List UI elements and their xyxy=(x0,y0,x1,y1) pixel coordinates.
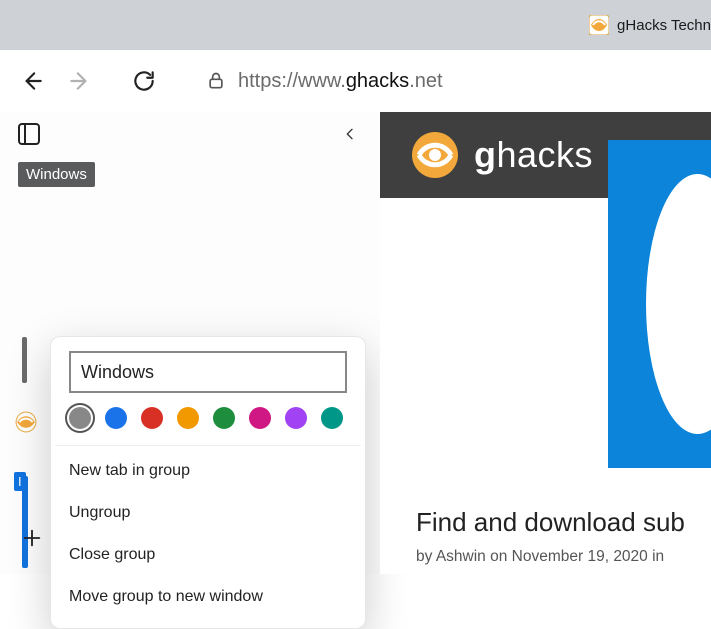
menu-new-tab-in-group[interactable]: New tab in group xyxy=(51,450,365,492)
url-tld: .net xyxy=(409,70,442,92)
group-color-picker xyxy=(51,407,365,445)
color-swatch-teal[interactable] xyxy=(321,407,343,429)
color-swatch-blue[interactable] xyxy=(105,407,127,429)
article-headline: Find and download sub xyxy=(416,507,711,538)
tab-group-label[interactable]: Windows xyxy=(18,162,95,187)
byline-in: in xyxy=(648,548,664,565)
color-swatch-purple[interactable] xyxy=(285,407,307,429)
site-logo-rest: hacks xyxy=(497,134,594,175)
collapse-sidebar-button[interactable] xyxy=(336,120,364,148)
page-content: ghacks Find and download sub by Ashwin o… xyxy=(380,112,711,574)
sidebar-topbar xyxy=(0,112,380,156)
tab-item[interactable] xyxy=(14,410,38,434)
url-host: ghacks xyxy=(346,70,409,92)
color-swatch-red[interactable] xyxy=(141,407,163,429)
menu-move-group-new-window[interactable]: Move group to new window xyxy=(51,576,365,618)
window-title: gHacks Techn xyxy=(617,17,711,34)
window-favicon xyxy=(589,15,609,35)
group-name-input[interactable] xyxy=(69,351,347,393)
tab-favicon xyxy=(14,410,38,434)
color-swatch-gray[interactable] xyxy=(69,407,91,429)
window-titlebar: gHacks Techn xyxy=(0,0,711,50)
color-swatch-pink[interactable] xyxy=(249,407,271,429)
byline-on: on xyxy=(486,548,512,565)
url-text: https://www.ghacks.net xyxy=(238,70,443,93)
forward-button xyxy=(58,59,102,103)
menu-divider xyxy=(55,445,361,446)
byline-prefix: by xyxy=(416,548,436,565)
refresh-button[interactable] xyxy=(122,59,166,103)
url-scheme: https://www. xyxy=(238,70,346,92)
tab-group-context-menu: New tab in group Ungroup Close group Mov… xyxy=(50,336,366,629)
article-meta: Find and download sub by Ashwin on Novem… xyxy=(416,507,711,566)
new-tab-button[interactable] xyxy=(10,516,54,560)
tab-group-indicator xyxy=(22,337,27,383)
color-swatch-green[interactable] xyxy=(213,407,235,429)
browser-toolbar: https://www.ghacks.net xyxy=(0,50,711,112)
vertical-tabs-icon[interactable] xyxy=(18,123,40,145)
hero-circle-graphic xyxy=(646,174,711,434)
site-logo-icon xyxy=(410,130,460,180)
article-byline: by Ashwin on November 19, 2020 in xyxy=(416,548,711,566)
color-swatch-orange[interactable] xyxy=(177,407,199,429)
byline-date: November 19, 2020 xyxy=(512,548,648,565)
byline-author[interactable]: Ashwin xyxy=(436,548,486,565)
menu-ungroup[interactable]: Ungroup xyxy=(51,492,365,534)
vertical-tabs-sidebar: Windows I xyxy=(0,112,380,574)
site-logo-text: ghacks xyxy=(474,134,593,176)
back-button[interactable] xyxy=(10,59,54,103)
menu-close-group[interactable]: Close group xyxy=(51,534,365,576)
lock-icon xyxy=(206,71,226,91)
site-logo-bold: g xyxy=(474,134,497,175)
hero-image-panel xyxy=(608,140,711,468)
address-bar[interactable]: https://www.ghacks.net xyxy=(194,59,701,103)
main-area: Windows I xyxy=(0,112,711,574)
